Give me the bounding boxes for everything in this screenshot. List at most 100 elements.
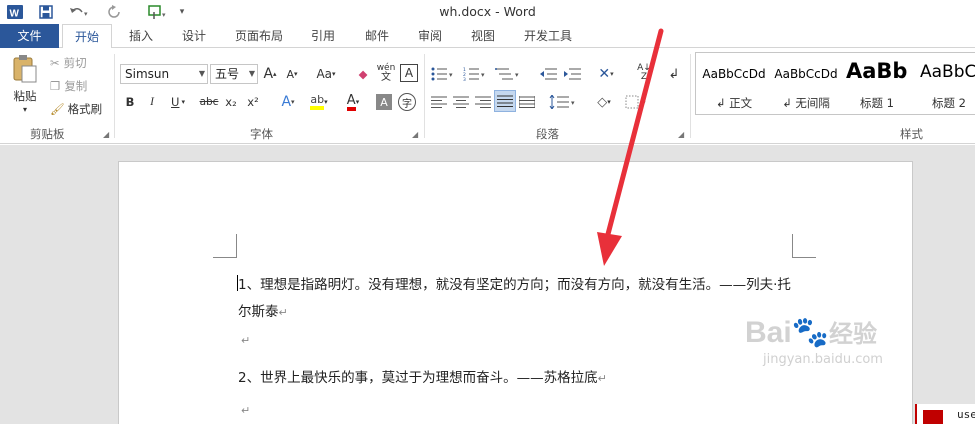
paragraph-2[interactable]: 2、世界上最快乐的事，莫过于为理想而奋斗。——苏格拉底↵ xyxy=(238,366,607,386)
sort-button[interactable]: A↓ Z xyxy=(634,62,654,84)
bullets-icon: ▾ xyxy=(431,67,453,81)
bold-button[interactable]: B xyxy=(122,92,138,112)
svg-text:3: 3 xyxy=(463,77,466,81)
char-shading-button[interactable]: A xyxy=(376,94,392,110)
tab-references[interactable]: 引用 xyxy=(303,24,343,48)
chevron-down-icon: ▼ xyxy=(248,69,255,78)
format-painter-label: 格式刷 xyxy=(67,102,103,116)
tab-review[interactable]: 审阅 xyxy=(410,24,450,48)
style-sample: AaBbC xyxy=(920,62,975,82)
format-painter-button[interactable]: 🖌 格式刷 xyxy=(50,100,110,118)
watermark-url: jingyan.baidu.com xyxy=(763,352,883,367)
show-marks-icon[interactable]: ↲ xyxy=(666,64,682,84)
copy-button[interactable]: ❐ 复制 xyxy=(50,77,100,95)
clipboard-group-label: 剪贴板 xyxy=(30,127,65,141)
copy-icon: ❐ xyxy=(50,79,61,93)
bullets-button[interactable]: ▾ xyxy=(430,64,456,84)
paragraph-1-continued[interactable]: 尔斯泰↵ xyxy=(238,300,288,320)
user-badge[interactable]: use xyxy=(915,404,975,424)
numbering-icon: 123▾ xyxy=(463,67,485,81)
phonetic-guide-button[interactable]: wén 文 xyxy=(376,62,396,84)
chinese-layout-icon: ✕ xyxy=(598,66,611,82)
tab-view[interactable]: 视图 xyxy=(463,24,503,48)
svg-text:▾: ▾ xyxy=(449,71,453,79)
svg-text:▾: ▾ xyxy=(515,71,519,79)
clipboard-launcher-icon[interactable]: ◢ xyxy=(103,130,109,139)
font-color-icon: A xyxy=(346,94,356,111)
scissors-icon: ✂ xyxy=(50,56,60,70)
change-case-button[interactable]: Aa ▾ xyxy=(312,64,340,84)
paragraph-mark: ↵ xyxy=(278,306,288,319)
empty-paragraph[interactable]: ↵ xyxy=(241,332,250,348)
strikethrough-button[interactable]: abc xyxy=(198,92,220,112)
style-heading-1[interactable]: AaBb 标题 1 xyxy=(842,53,912,113)
enclose-char-button[interactable]: 字 xyxy=(398,93,416,111)
chinese-layout-button[interactable]: ✕ ▾ xyxy=(592,64,620,84)
font-group-label: 字体 xyxy=(250,127,273,141)
tab-mailings[interactable]: 邮件 xyxy=(357,24,397,48)
font-launcher-icon[interactable]: ◢ xyxy=(412,130,418,139)
text-effects-button[interactable]: A ▾ xyxy=(276,92,300,112)
document-page[interactable]: 1、理想是指路明灯。没有理想，就没有坚定的方向；而没有方向，就没有生活。——列夫… xyxy=(118,161,913,424)
style-sample: AaBbCcDd xyxy=(774,67,838,81)
chevron-down-icon: ▼ xyxy=(198,69,205,78)
user-badge-label: use xyxy=(957,408,975,421)
watermark-logo-2: 经验 xyxy=(829,321,878,348)
increase-indent-icon[interactable] xyxy=(562,64,582,84)
font-size-select[interactable]: 五号 ▼ xyxy=(210,64,258,84)
superscript-button[interactable]: x² xyxy=(244,92,262,112)
align-right-icon[interactable] xyxy=(474,92,492,112)
style-name: 标题 1 xyxy=(860,96,894,110)
subscript-button[interactable]: x₂ xyxy=(222,92,240,112)
justify-icon[interactable] xyxy=(494,90,516,112)
style-name: ↲ 正文 xyxy=(715,96,753,110)
align-left-icon[interactable] xyxy=(430,92,448,112)
style-normal[interactable]: AaBbCcDd ↲ 正文 xyxy=(698,53,770,113)
font-color-button[interactable]: A ▾ xyxy=(340,92,366,112)
line-spacing-button[interactable]: ▾ xyxy=(548,92,578,112)
char-border-button[interactable]: A xyxy=(400,64,418,82)
style-heading-2[interactable]: AaBbC 标题 2 xyxy=(914,53,975,113)
distributed-icon[interactable] xyxy=(518,92,536,112)
style-sample: AaBb xyxy=(846,59,908,83)
numbering-button[interactable]: 1 2 3 ▾ xyxy=(462,64,488,84)
grow-font-button[interactable]: A ▴ xyxy=(262,64,278,84)
tab-layout[interactable]: 页面布局 xyxy=(228,24,290,48)
margin-corner-mark xyxy=(213,234,237,258)
tab-file[interactable]: 文件 xyxy=(0,24,59,48)
tab-developer[interactable]: 开发工具 xyxy=(516,24,580,48)
paragraph-launcher-icon[interactable]: ◢ xyxy=(678,130,684,139)
ribbon: 粘贴 ▾ ✂ 剪切 ❐ 复制 🖌 格式刷 剪贴板 ◢ Simsun ▼ 五号 ▼ A ▴ A… xyxy=(0,48,975,144)
underline-button[interactable]: U ▾ xyxy=(166,92,190,112)
tab-insert[interactable]: 插入 xyxy=(121,24,161,48)
grow-font-icon: A xyxy=(263,66,274,82)
multilevel-list-button[interactable]: ▾ xyxy=(494,64,522,84)
align-center-icon[interactable] xyxy=(452,92,470,112)
svg-text:▾: ▾ xyxy=(481,71,485,79)
style-no-spacing[interactable]: AaBbCcDd ↲ 无间隔 xyxy=(770,53,842,113)
tab-design[interactable]: 设计 xyxy=(174,24,214,48)
font-name-select[interactable]: Simsun ▼ xyxy=(120,64,208,84)
style-name: ↲ 无间隔 xyxy=(782,96,830,110)
tab-home[interactable]: 开始 xyxy=(62,24,112,49)
styles-gallery: AaBbCcDd ↲ 正文 AaBbCcDd ↲ 无间隔 AaBb 标题 1 A… xyxy=(695,52,975,115)
paste-button[interactable]: 粘贴 xyxy=(8,88,42,104)
borders-icon: ▾ xyxy=(625,95,646,109)
decrease-indent-icon[interactable] xyxy=(538,64,558,84)
paragraph-1[interactable]: 1、理想是指路明灯。没有理想，就没有坚定的方向；而没有方向，就没有生活。——列夫… xyxy=(238,273,791,293)
style-sample: AaBbCcDd xyxy=(702,67,766,81)
cut-button[interactable]: ✂ 剪切 xyxy=(50,54,100,72)
document-area: 1、理想是指路明灯。没有理想，就没有坚定的方向；而没有方向，就没有生活。——列夫… xyxy=(0,145,975,424)
svg-text:▾: ▾ xyxy=(642,99,646,107)
shading-button[interactable]: ◇ ▾ xyxy=(590,92,618,112)
avatar xyxy=(923,410,943,424)
borders-button[interactable]: ▾ xyxy=(624,92,654,112)
highlighter-icon: ab xyxy=(310,94,325,110)
highlight-button[interactable]: ab ▾ xyxy=(306,92,332,112)
paste-dropdown-icon[interactable]: ▾ xyxy=(18,104,32,114)
italic-button[interactable]: I xyxy=(144,92,160,112)
clear-formatting-icon[interactable]: ◆ xyxy=(354,64,372,84)
shrink-font-button[interactable]: A ▾ xyxy=(284,64,300,84)
empty-paragraph[interactable]: ↵ xyxy=(241,402,250,418)
paste-icon[interactable] xyxy=(8,54,42,84)
